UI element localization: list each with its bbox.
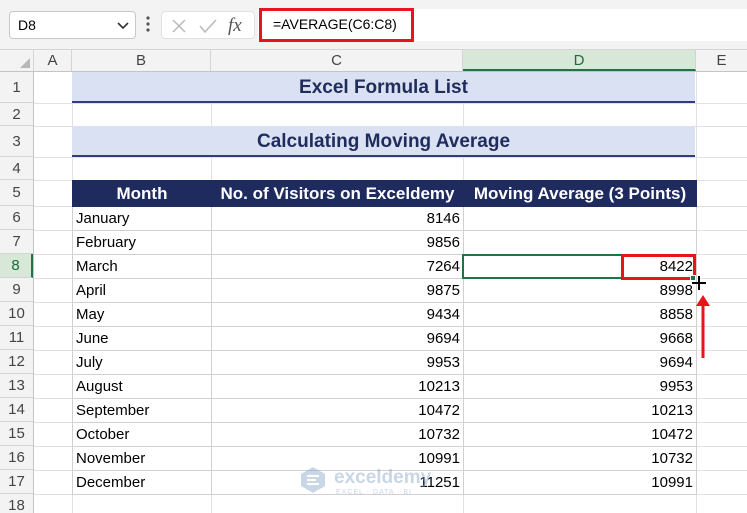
enter-icon[interactable] <box>198 17 218 35</box>
more-options-icon[interactable] <box>143 13 153 35</box>
row-header[interactable]: 18 <box>0 494 33 513</box>
visitors-cell[interactable]: 10732 <box>211 422 464 447</box>
row-header[interactable]: 7 <box>0 230 33 254</box>
row-header[interactable]: 15 <box>0 422 33 446</box>
visitors-cell[interactable]: 8146 <box>211 206 464 231</box>
visitors-table: Month No. of Visitors on Exceldemy Movin… <box>72 180 697 495</box>
visitors-cell[interactable]: 10213 <box>211 374 464 399</box>
table-row: February 9856 <box>72 230 697 255</box>
visitors-cell[interactable]: 9856 <box>211 230 464 255</box>
month-cell[interactable]: August <box>72 374 212 399</box>
watermark-name: exceldemy <box>334 467 432 488</box>
visitors-cell[interactable]: 9434 <box>211 302 464 327</box>
gridline <box>34 157 747 158</box>
column-header-e[interactable]: E <box>696 50 747 71</box>
cancel-icon[interactable] <box>170 17 188 35</box>
moving-average-cell[interactable]: 10732 <box>463 446 697 471</box>
table-row: June 9694 9668 <box>72 326 697 351</box>
exceldemy-watermark: exceldemy EXCEL · DATA · BI <box>298 465 458 499</box>
month-cell[interactable]: September <box>72 398 212 423</box>
month-cell[interactable]: October <box>72 422 212 447</box>
moving-average-cell[interactable]: 8858 <box>463 302 697 327</box>
fill-cursor-icon <box>692 276 706 290</box>
moving-average-cell[interactable]: 10472 <box>463 422 697 447</box>
visitors-cell[interactable]: 10472 <box>211 398 464 423</box>
select-all-triangle-icon <box>20 58 30 68</box>
table-row: May 9434 8858 <box>72 302 697 327</box>
formula-input[interactable]: =AVERAGE(C6:C8) <box>258 9 747 41</box>
header-moving-average[interactable]: Moving Average (3 Points) <box>463 180 697 207</box>
row-header[interactable]: 12 <box>0 350 33 374</box>
month-cell[interactable]: May <box>72 302 212 327</box>
month-cell[interactable]: April <box>72 278 212 303</box>
month-cell[interactable]: July <box>72 350 212 375</box>
column-header-b[interactable]: B <box>72 50 211 71</box>
gridline <box>34 103 747 104</box>
table-row: January 8146 <box>72 206 697 231</box>
up-arrow-icon <box>696 295 710 358</box>
table-row: March 7264 8422 <box>72 254 697 279</box>
select-all-button[interactable] <box>0 50 34 71</box>
row-header[interactable]: 16 <box>0 446 33 470</box>
column-header-c[interactable]: C <box>211 50 463 71</box>
visitors-cell[interactable]: 9953 <box>211 350 464 375</box>
row-header[interactable]: 6 <box>0 206 33 230</box>
row-header[interactable]: 1 <box>0 72 33 103</box>
column-header-d[interactable]: D <box>463 50 696 71</box>
exceldemy-logo-icon <box>301 467 325 493</box>
row-header-column: 1 2 3 4 5 6 7 8 9 10 11 12 13 14 15 16 1… <box>0 72 34 513</box>
formula-buttons: fx <box>161 11 255 39</box>
table-row: August 10213 9953 <box>72 374 697 399</box>
month-cell[interactable]: March <box>72 254 212 279</box>
column-header-row: A B C D E <box>0 50 747 72</box>
worksheet-grid[interactable]: Excel Formula List Calculating Moving Av… <box>34 72 747 513</box>
column-header-a[interactable]: A <box>34 50 72 71</box>
month-cell[interactable]: January <box>72 206 212 231</box>
visitors-cell[interactable]: 9875 <box>211 278 464 303</box>
row-header[interactable]: 17 <box>0 470 33 494</box>
row-header[interactable]: 4 <box>0 157 33 180</box>
header-visitors[interactable]: No. of Visitors on Exceldemy <box>211 180 464 207</box>
moving-average-cell[interactable]: 9953 <box>463 374 697 399</box>
row-header[interactable]: 13 <box>0 374 33 398</box>
name-box-value: D8 <box>18 17 36 33</box>
moving-average-cell[interactable]: 8998 <box>463 278 697 303</box>
formula-bar: D8 fx =AVERAGE(C6:C8) <box>0 0 747 50</box>
chevron-down-icon[interactable] <box>115 17 131 33</box>
row-header[interactable]: 14 <box>0 398 33 422</box>
insert-function-button[interactable]: fx <box>228 15 242 37</box>
month-cell[interactable]: February <box>72 230 212 255</box>
moving-average-cell[interactable]: 10991 <box>463 470 697 495</box>
month-cell[interactable]: June <box>72 326 212 351</box>
header-month[interactable]: Month <box>72 180 212 207</box>
moving-average-cell[interactable]: 9694 <box>463 350 697 375</box>
watermark-tagline: EXCEL · DATA · BI <box>336 489 412 496</box>
row-header[interactable]: 9 <box>0 278 33 302</box>
name-box[interactable]: D8 <box>9 11 136 39</box>
moving-average-cell[interactable]: 8422 <box>463 254 697 279</box>
month-cell[interactable]: November <box>72 446 212 471</box>
moving-average-cell[interactable]: 9668 <box>463 326 697 351</box>
row-header[interactable]: 3 <box>0 126 33 157</box>
month-cell[interactable]: December <box>72 470 212 495</box>
moving-average-cell[interactable] <box>463 206 697 231</box>
table-row: July 9953 9694 <box>72 350 697 375</box>
visitors-cell[interactable]: 7264 <box>211 254 464 279</box>
formula-text: =AVERAGE(C6:C8) <box>273 16 397 32</box>
table-row: April 9875 8998 <box>72 278 697 303</box>
table-row: September 10472 10213 <box>72 398 697 423</box>
row-header-active[interactable]: 8 <box>0 254 33 278</box>
moving-average-cell[interactable] <box>463 230 697 255</box>
moving-average-cell[interactable]: 10213 <box>463 398 697 423</box>
row-header[interactable]: 5 <box>0 180 33 206</box>
visitors-cell[interactable]: 9694 <box>211 326 464 351</box>
table-row: October 10732 10472 <box>72 422 697 447</box>
row-header[interactable]: 2 <box>0 103 33 126</box>
row-header[interactable]: 11 <box>0 326 33 350</box>
sheet-title: Excel Formula List <box>72 72 695 103</box>
table-header-row: Month No. of Visitors on Exceldemy Movin… <box>72 180 697 207</box>
row-header[interactable]: 10 <box>0 302 33 326</box>
sheet-subtitle: Calculating Moving Average <box>72 126 695 157</box>
